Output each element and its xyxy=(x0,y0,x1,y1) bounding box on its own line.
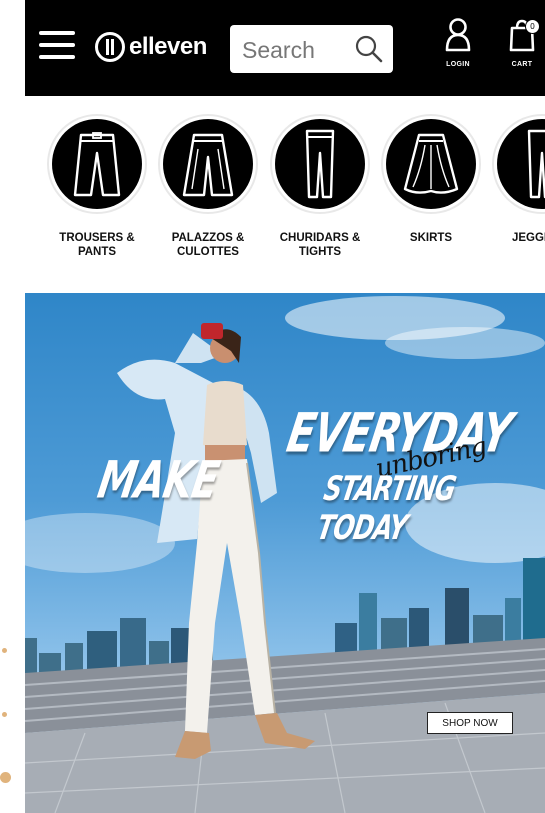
carousel-dot[interactable] xyxy=(2,648,7,653)
category-jeggings[interactable]: JEGGINGS xyxy=(486,116,545,245)
tights-icon xyxy=(305,129,335,199)
brand-logo[interactable]: elleven xyxy=(95,27,207,67)
user-icon xyxy=(445,18,471,52)
shop-now-button[interactable]: SHOP NOW xyxy=(427,712,513,734)
banner-scene-image xyxy=(25,296,545,813)
category-label: CHURIDARS & TIGHTS xyxy=(279,232,361,258)
mobile-page: elleven LOGIN 0 CART xyxy=(25,0,545,813)
cart-count-badge: 0 xyxy=(525,19,540,34)
category-label: JEGGINGS xyxy=(511,232,545,244)
login-button[interactable]: LOGIN xyxy=(433,18,483,68)
palazzo-icon xyxy=(182,133,234,197)
category-label: SKIRTS xyxy=(409,232,453,244)
category-palazzos[interactable]: PALAZZOS & CULOTTES xyxy=(152,116,264,259)
search-icon[interactable] xyxy=(355,35,383,63)
category-churidars[interactable]: CHURIDARS & TIGHTS xyxy=(264,116,376,259)
cart-button[interactable]: 0 CART xyxy=(499,16,545,68)
carousel-dot-active[interactable] xyxy=(0,772,11,783)
category-trousers[interactable]: TROUSERS & PANTS xyxy=(41,116,153,259)
trousers-icon xyxy=(73,132,121,197)
skirt-icon xyxy=(403,133,459,194)
category-label: PALAZZOS & CULOTTES xyxy=(171,232,245,258)
logo-mark-icon xyxy=(95,32,125,62)
banner-headline-starting: STARTING TODAY xyxy=(314,468,459,548)
top-header: elleven LOGIN 0 CART xyxy=(25,0,545,96)
jeggings-icon xyxy=(527,129,545,199)
category-label: TROUSERS & PANTS xyxy=(59,232,135,258)
category-skirts[interactable]: SKIRTS xyxy=(375,116,487,245)
banner-headline-make: MAKE xyxy=(93,450,223,510)
brand-name: elleven xyxy=(129,33,207,60)
hero-banner[interactable]: MAKE EVERYDAY unboring STARTING TODAY SH… xyxy=(25,293,545,813)
category-strip: TROUSERS & PANTS PALAZZOS & CULOTTES CHU… xyxy=(25,96,545,292)
login-label: LOGIN xyxy=(446,61,470,68)
carousel-dot[interactable] xyxy=(2,712,7,717)
menu-icon[interactable] xyxy=(39,31,75,59)
search-input[interactable] xyxy=(240,33,349,67)
search-box xyxy=(230,25,393,73)
cart-label: CART xyxy=(511,61,533,68)
